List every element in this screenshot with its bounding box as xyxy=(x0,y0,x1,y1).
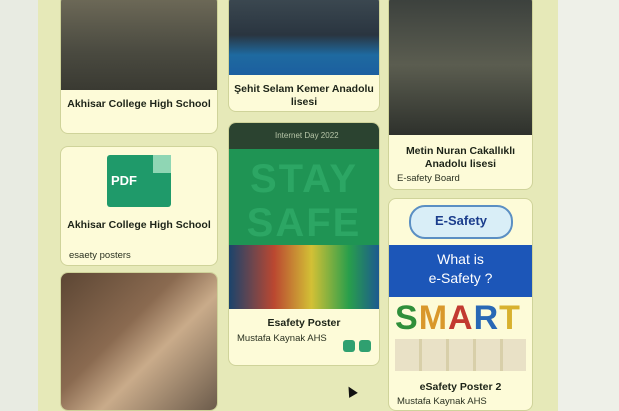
smart-letter: M xyxy=(418,299,449,337)
post-card-students-photo[interactable] xyxy=(60,272,218,411)
left-margin xyxy=(0,0,38,411)
post-card-esafety-poster[interactable]: Internet Day 2022 STAY SAFE Esafety Post… xyxy=(228,122,380,366)
post-card-esafety-poster-2[interactable]: E-Safety What is e-Safety ? SMART eSafet… xyxy=(388,198,533,411)
smart-panels xyxy=(395,339,526,371)
post-card-metin-nuran[interactable]: Metin Nuran Cakallıklı Anadolu lisesi E-… xyxy=(388,0,533,190)
post-title: Esafety Poster xyxy=(267,317,341,329)
poster-word: SAFE xyxy=(246,201,362,245)
post-title: eSafety Poster 2 xyxy=(419,381,502,393)
post-subtitle: Mustafa Kaynak AHS xyxy=(237,333,327,344)
edit-icon[interactable] xyxy=(343,340,355,352)
question-line: e-Safety ? xyxy=(428,270,493,286)
poster-word: STAY xyxy=(249,157,359,201)
padlet-board: Akhisar College High School Şehit Selam … xyxy=(38,0,558,411)
post-subtitle: E-safety Board xyxy=(397,173,460,184)
post-title: Metin Nuran Cakallıklı Anadolu lisesi xyxy=(405,145,516,170)
post-title: Akhisar College High School xyxy=(67,219,211,231)
poster-header-text: Internet Day 2022 xyxy=(275,131,339,140)
post-subtitle: Mustafa Kaynak AHS xyxy=(397,396,487,407)
post-photo xyxy=(61,273,217,410)
post-card-akhisar-photo[interactable]: Akhisar College High School xyxy=(60,0,218,134)
pdf-label: PDF xyxy=(111,173,137,188)
poster-stickers xyxy=(229,245,379,309)
pdf-file-icon: PDF xyxy=(107,155,171,207)
post-title: Şehit Selam Kemer Anadolu lisesi xyxy=(234,83,374,108)
post-photo xyxy=(389,0,532,135)
right-margin xyxy=(558,0,619,411)
smart-letter: A xyxy=(448,299,474,337)
post-subtitle: esaety posters xyxy=(69,250,131,261)
post-title: Akhisar College High School xyxy=(67,98,211,110)
question-line: What is xyxy=(437,251,484,267)
smart-letter: T xyxy=(499,299,521,337)
post-photo xyxy=(229,0,379,75)
poster-image: STAY SAFE xyxy=(229,149,379,309)
copy-icon[interactable] xyxy=(359,340,371,352)
post-action-icons[interactable] xyxy=(339,339,371,357)
smart-acronym: SMART xyxy=(395,299,521,338)
post-photo xyxy=(61,0,217,90)
smart-letter: S xyxy=(395,299,419,337)
question-banner: What is e-Safety ? xyxy=(389,245,532,297)
esafety-logo: E-Safety xyxy=(409,205,513,239)
smart-letter: R xyxy=(473,299,500,337)
poster-header: Internet Day 2022 xyxy=(229,123,379,149)
post-card-akhisar-pdf[interactable]: PDF Akhisar College High School esaety p… xyxy=(60,146,218,266)
post-card-sehit-selam[interactable]: Şehit Selam Kemer Anadolu lisesi xyxy=(228,0,380,112)
